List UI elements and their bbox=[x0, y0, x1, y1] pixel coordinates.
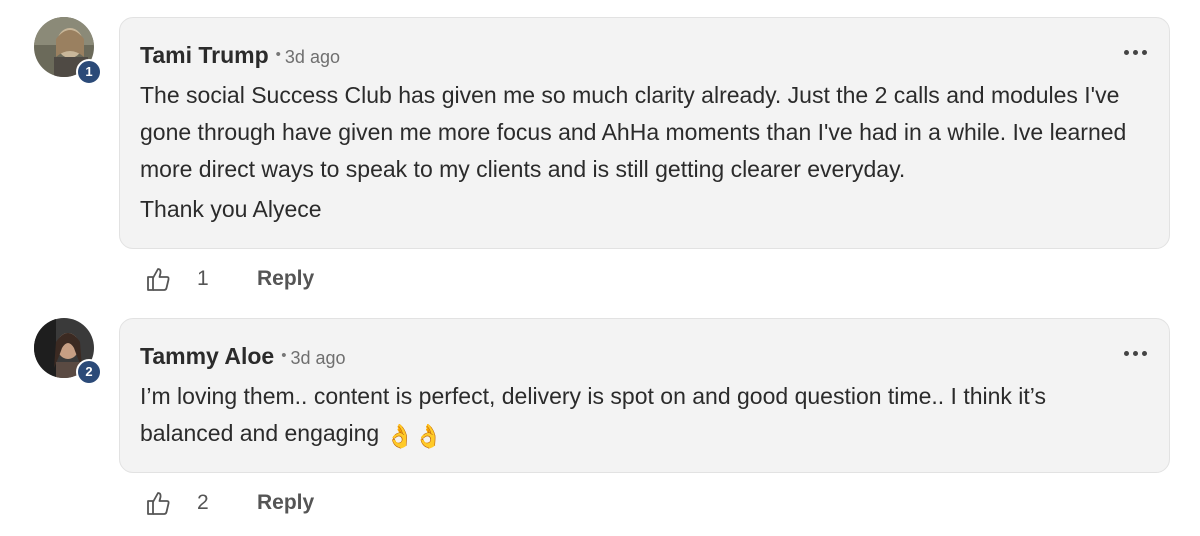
thumbs-up-icon[interactable] bbox=[145, 266, 171, 292]
comment-text-content: I’m loving them.. content is perfect, de… bbox=[140, 383, 1046, 446]
more-options-icon[interactable] bbox=[1124, 351, 1147, 356]
separator: • bbox=[281, 347, 287, 364]
thumbs-up-icon[interactable] bbox=[145, 490, 171, 516]
timestamp: 3d ago bbox=[284, 47, 340, 67]
timestamp: 3d ago bbox=[290, 348, 346, 368]
author-name[interactable]: Tammy Aloe bbox=[140, 343, 274, 370]
like-count: 1 bbox=[197, 267, 209, 290]
comment-bubble: Tammy Aloe • 3d ago I’m loving them.. co… bbox=[119, 318, 1170, 473]
author-name[interactable]: Tami Trump bbox=[140, 42, 269, 69]
level-badge: 2 bbox=[76, 359, 102, 385]
comment-paragraph: The social Success Club has given me so … bbox=[140, 82, 1127, 182]
ok-hand-emoji: 👌👌 bbox=[385, 423, 443, 449]
level-badge: 1 bbox=[76, 59, 102, 85]
comment-bubble: Tami Trump • 3d ago The social Success C… bbox=[119, 17, 1170, 249]
comment-paragraph: I’m loving them.. content is perfect, de… bbox=[140, 378, 1139, 455]
like-count: 2 bbox=[197, 491, 209, 514]
comment-text: I’m loving them.. content is perfect, de… bbox=[140, 378, 1139, 455]
comment-paragraph: Thank you Alyece bbox=[140, 196, 322, 222]
reply-button[interactable]: Reply bbox=[257, 491, 314, 515]
reply-button[interactable]: Reply bbox=[257, 267, 314, 291]
more-options-icon[interactable] bbox=[1124, 50, 1147, 55]
separator: • bbox=[275, 46, 281, 63]
comment-text: The social Success Club has given me so … bbox=[140, 77, 1139, 228]
